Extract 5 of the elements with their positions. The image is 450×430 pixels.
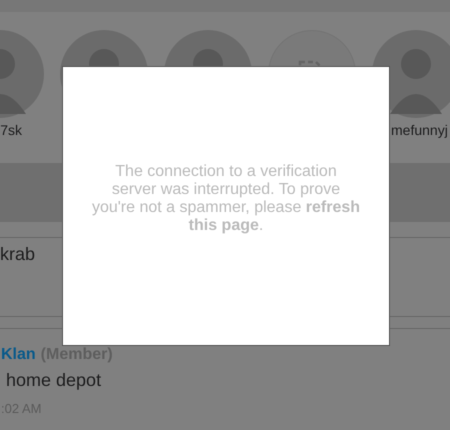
dialog-message: The connection to a verification server was interrupted. To prove you're not a spammer, please refresh this page. bbox=[91, 163, 361, 235]
conversation-name[interactable]: krab bbox=[0, 244, 36, 264]
post-text: home depot bbox=[5, 370, 102, 391]
friend-name[interactable]: mefunnyj bbox=[391, 122, 448, 138]
friend-name[interactable]: 7sk bbox=[0, 122, 22, 138]
